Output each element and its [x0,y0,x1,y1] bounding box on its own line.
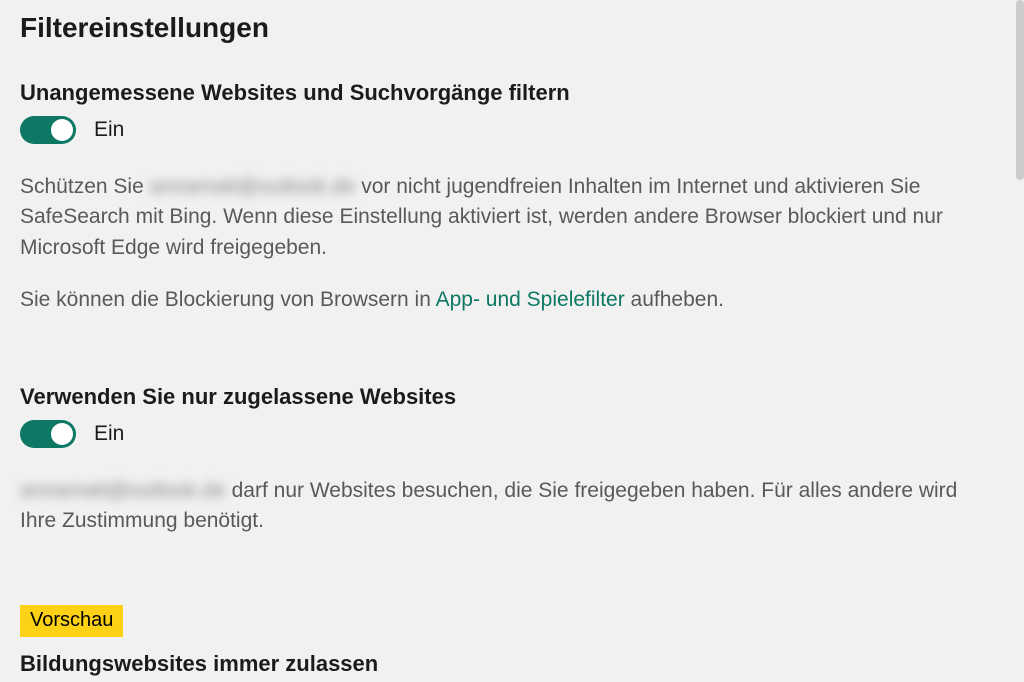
filter-websites-description: Schützen Sie annamatt@outlook.de vor nic… [20,172,970,263]
page-title: Filtereinstellungen [20,12,1004,44]
unblock-description: Sie können die Blockierung von Browsern … [20,285,970,315]
allowed-websites-heading: Verwenden Sie nur zugelassene Websites [20,384,1004,410]
unblock-suffix: aufheben. [625,288,724,311]
allowed-websites-toggle-row: Ein [20,420,1004,448]
allowed-websites-toggle[interactable] [20,420,76,448]
blurred-email: annamatt@outlook.de [20,476,226,506]
filter-websites-toggle-row: Ein [20,116,1004,144]
desc-text-prefix: Schützen Sie [20,175,150,198]
blurred-email: annamatt@outlook.de [150,172,356,202]
preview-badge: Vorschau [20,605,123,637]
education-websites-heading: Bildungswebsites immer zulassen [20,651,1004,677]
filter-websites-toggle-label: Ein [94,118,124,142]
allowed-websites-toggle-label: Ein [94,422,124,446]
allowed-websites-description: annamatt@outlook.de darf nur Websites be… [20,476,970,537]
app-game-filter-link[interactable]: App- und Spielefilter [436,288,625,311]
filter-websites-heading: Unangemessene Websites und Suchvorgänge … [20,80,1004,106]
toggle-knob [51,423,73,445]
toggle-knob [51,119,73,141]
scrollbar[interactable] [1016,0,1024,682]
scrollbar-thumb[interactable] [1016,0,1024,180]
filter-websites-toggle[interactable] [20,116,76,144]
unblock-prefix: Sie können die Blockierung von Browsern … [20,288,436,311]
